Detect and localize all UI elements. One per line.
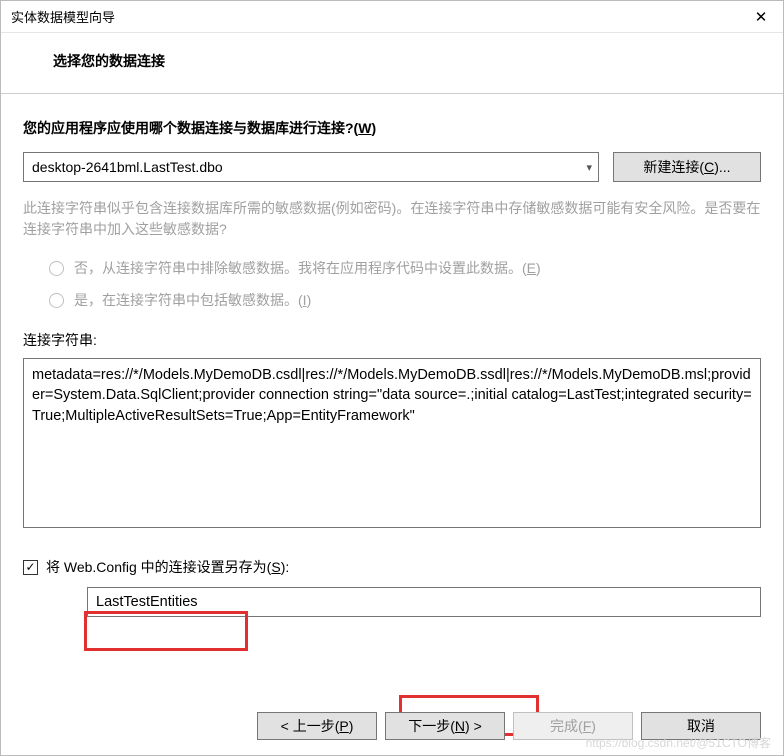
titlebar-title: 实体数据模型向导: [11, 7, 115, 26]
titlebar: 实体数据模型向导 ✕: [1, 1, 783, 33]
config-name-input[interactable]: [87, 587, 761, 617]
wizard-body: 您的应用程序应使用哪个数据连接与数据库进行连接?(W) desktop-2641…: [1, 94, 783, 617]
radio-icon: [49, 261, 64, 276]
cancel-button[interactable]: 取消: [641, 712, 761, 740]
radio-exclude-sensitive: 否，从连接字符串中排除敏感数据。我将在应用程序代码中设置此数据。(E): [23, 252, 761, 284]
save-config-label: 将 Web.Config 中的连接设置另存为(S):: [46, 557, 289, 577]
wizard-header-title: 选择您的数据连接: [53, 51, 165, 71]
annotation-highlight: [84, 611, 248, 651]
wizard-header: 选择您的数据连接: [1, 33, 783, 94]
radio-include-sensitive: 是，在连接字符串中包括敏感数据。(I): [23, 284, 761, 316]
connection-question-label: 您的应用程序应使用哪个数据连接与数据库进行连接?(W): [23, 118, 761, 138]
finish-button: 完成(F): [513, 712, 633, 740]
close-button[interactable]: ✕: [739, 1, 783, 33]
next-button[interactable]: 下一步(N) >: [385, 712, 505, 740]
save-config-row: ✓ 将 Web.Config 中的连接设置另存为(S):: [23, 557, 761, 577]
connection-select[interactable]: desktop-2641bml.LastTest.dbo ▾: [23, 152, 599, 182]
connection-string-textarea[interactable]: [23, 358, 761, 528]
close-icon: ✕: [755, 8, 768, 26]
connection-selected-value: desktop-2641bml.LastTest.dbo: [32, 159, 223, 175]
wizard-footer: < 上一步(P) 下一步(N) > 完成(F) 取消: [1, 697, 783, 755]
connection-string-label: 连接字符串:: [23, 330, 761, 350]
radio-icon: [49, 293, 64, 308]
save-config-checkbox[interactable]: ✓: [23, 560, 38, 575]
connection-row: desktop-2641bml.LastTest.dbo ▾ 新建连接(C)..…: [23, 152, 761, 182]
new-connection-button[interactable]: 新建连接(C)...: [613, 152, 761, 182]
previous-button[interactable]: < 上一步(P): [257, 712, 377, 740]
chevron-down-icon: ▾: [586, 161, 592, 174]
config-name-wrap: [23, 587, 761, 617]
sensitive-data-info: 此连接字符串似乎包含连接数据库所需的敏感数据(例如密码)。在连接字符串中存储敏感…: [23, 198, 761, 240]
